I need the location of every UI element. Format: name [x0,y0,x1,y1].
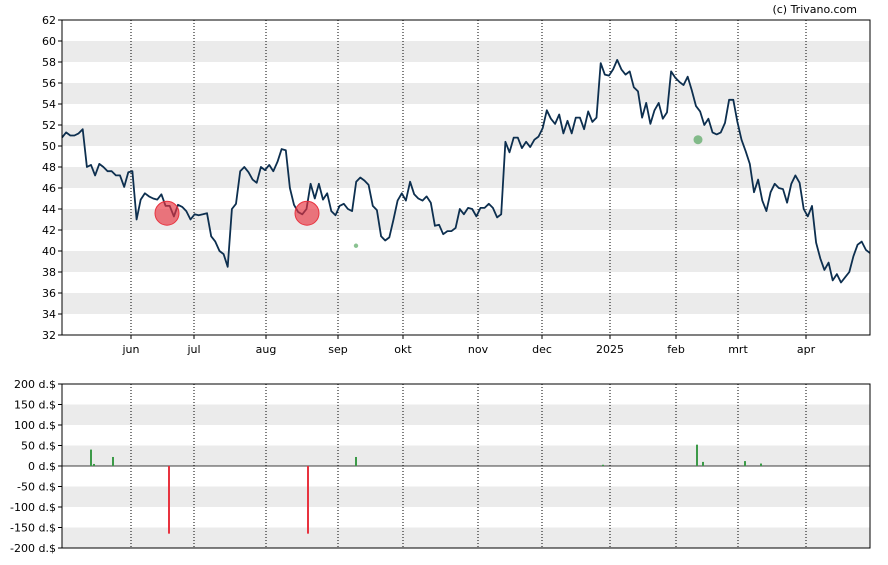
volume-grid-band [62,445,870,466]
volume-y-tick-label: 200 d.$ [14,378,56,391]
price-grid-band [62,83,870,104]
price-y-tick-label: 32 [42,329,56,342]
volume-chart-y-axis: 200 d.$ 150 d.$ 100 d.$ 50 d.$ 0 d.$ -50 d.$ -… [10,378,62,555]
sell-marker [294,200,320,226]
price-x-tick-label: okt [394,343,412,356]
price-grid-band [62,167,870,188]
price-x-tick-label: dec [532,343,552,356]
price-y-tick-label: 52 [42,119,56,132]
volume-y-tick-label: 0 d.$ [28,460,56,473]
price-y-tick-label: 54 [42,98,56,111]
price-y-tick-label: 42 [42,224,56,237]
price-y-tick-label: 50 [42,140,56,153]
price-x-tick-label: jul [186,343,200,356]
sell-marker [154,200,180,226]
price-grid-band [62,293,870,314]
price-y-tick-label: 40 [42,245,56,258]
price-x-tick-label: aug [256,343,277,356]
price-grid-band [62,41,870,62]
volume-grid-band [62,486,870,507]
volume-y-tick-label: -150 d.$ [10,522,56,535]
volume-grid-band [62,527,870,548]
price-y-tick-label: 44 [42,203,56,216]
price-y-tick-label: 62 [42,14,56,27]
buy-marker [693,135,703,145]
copyright-label: (c) Trivano.com [772,3,857,16]
price-y-tick-label: 60 [42,35,56,48]
price-chart-x-axis: jun jul aug sep okt nov dec 2025 feb mrt apr [122,335,816,356]
price-chart-y-axis: 62 60 58 56 54 52 50 48 46 44 42 40 38 36 34 32 [42,14,62,342]
price-y-tick-label: 34 [42,308,56,321]
volume-y-tick-label: -100 d.$ [10,501,56,514]
volume-y-tick-label: 50 d.$ [21,440,56,453]
price-y-tick-label: 56 [42,77,56,90]
price-x-tick-label: apr [797,343,816,356]
price-chart-bands [62,41,870,314]
price-x-tick-label: sep [328,343,347,356]
price-y-tick-label: 38 [42,266,56,279]
stock-chart: (c) Trivano.com 62 60 58 56 54 52 50 48 46 44 42 40… [10,3,871,555]
volume-grid-band [62,404,870,425]
buy-marker [353,243,359,248]
price-x-tick-label: jun [122,343,140,356]
price-x-tick-label: 2025 [596,343,624,356]
price-x-tick-label: mrt [728,343,748,356]
volume-y-tick-label: -200 d.$ [10,542,56,555]
price-x-tick-label: feb [667,343,685,356]
price-y-tick-label: 36 [42,287,56,300]
volume-y-tick-label: 100 d.$ [14,419,56,432]
price-grid-band [62,251,870,272]
price-y-tick-label: 48 [42,161,56,174]
price-y-tick-label: 58 [42,56,56,69]
volume-chart-bands [62,404,870,548]
price-x-tick-label: nov [468,343,489,356]
volume-y-tick-label: 150 d.$ [14,399,56,412]
volume-y-tick-label: -50 d.$ [17,481,56,494]
price-y-tick-label: 46 [42,182,56,195]
price-grid-band [62,125,870,146]
